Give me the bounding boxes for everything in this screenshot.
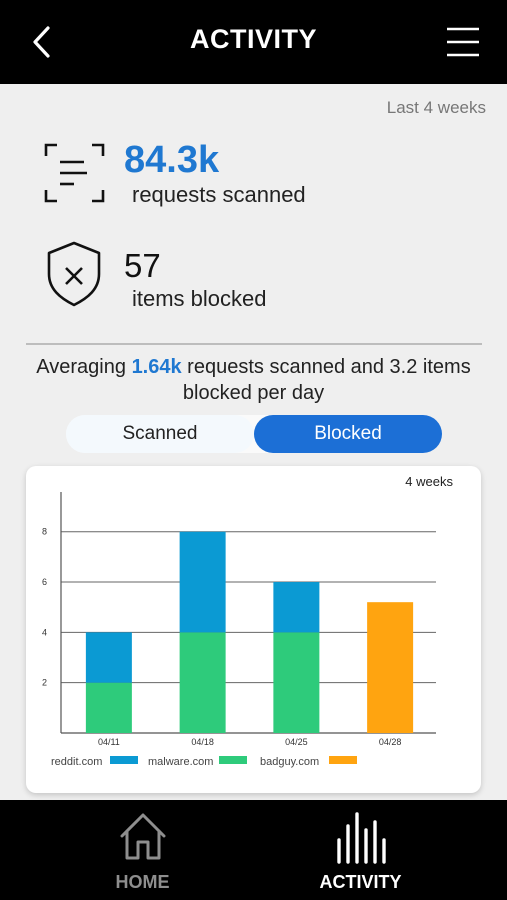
shield-x-icon [47,241,101,307]
x-tick-label: 04/28 [379,737,402,747]
bar-badguy-com-04-28 [367,602,414,733]
items-blocked-label: items blocked [132,286,267,311]
nav-activity[interactable]: ACTIVITY [234,800,487,900]
legend-label: malware.com [148,756,213,768]
chart-card: 4 weeks 2 4 6 8 04/11 04/18 04/25 04/28 reddit.co… [26,466,481,793]
menu-button[interactable] [445,26,481,58]
nav-home-label: HOME [115,872,170,892]
items-blocked-stat: 57 items blocked [40,240,480,320]
requests-scanned-value: 84.3k [124,139,220,181]
bottom-nav: HOME ACTIVITY [0,800,507,900]
home-icon [120,813,165,860]
legend-swatch-malware-com [219,756,247,764]
nav-activity-label: ACTIVITY [319,872,402,892]
y-tick-label: 2 [42,678,47,688]
period-label: Last 4 weeks [386,98,486,117]
bar-malware-com-04-18 [179,632,226,733]
bar-malware-com-04-25 [273,632,320,733]
top-bar: ACTIVITY [0,0,507,84]
x-tick-label: 04/18 [191,737,214,747]
legend-label: reddit.com [51,756,102,768]
items-blocked-value: 57 [124,247,161,284]
legend-label: badguy.com [260,756,319,768]
y-tick-label: 8 [42,527,47,537]
activity-bars-icon [336,812,386,864]
legend-swatch-reddit-com [110,756,138,764]
nav-home[interactable]: HOME [16,800,269,900]
legend-swatch-badguy-com [329,756,357,764]
requests-scanned-stat: 84.3k requests scanned [40,138,480,218]
chart-range-label: 4 weeks [405,474,453,489]
x-tick-label: 04/25 [285,737,308,747]
scan-document-icon [44,143,105,203]
divider [26,343,482,345]
blocked-bar-chart: 4 weeks 2 4 6 8 04/11 04/18 04/25 04/28 reddit.co… [42,474,454,768]
summary-highlight: 1.64k [131,356,182,378]
bar-reddit-com-04-25 [273,582,320,633]
daily-average-summary: Averaging 1.64k requests scanned and 3.2… [30,354,477,406]
y-tick-label: 6 [42,577,47,587]
summary-prefix: Averaging [36,356,132,378]
page-title: ACTIVITY [189,24,317,54]
hamburger-menu-icon [447,27,479,57]
requests-scanned-label: requests scanned [132,182,306,207]
scanned-blocked-toggle: Scanned Blocked [66,415,442,453]
y-tick-label: 4 [42,627,47,637]
toggle-scanned[interactable]: Scanned [66,415,254,453]
summary-suffix: requests scanned and 3.2 items blocked p… [181,356,471,404]
x-tick-label: 04/11 [98,737,120,747]
toggle-blocked[interactable]: Blocked [254,415,442,453]
bar-reddit-com-04-11 [85,632,132,683]
bar-reddit-com-04-18 [179,531,226,633]
bar-malware-com-04-11 [85,682,132,733]
